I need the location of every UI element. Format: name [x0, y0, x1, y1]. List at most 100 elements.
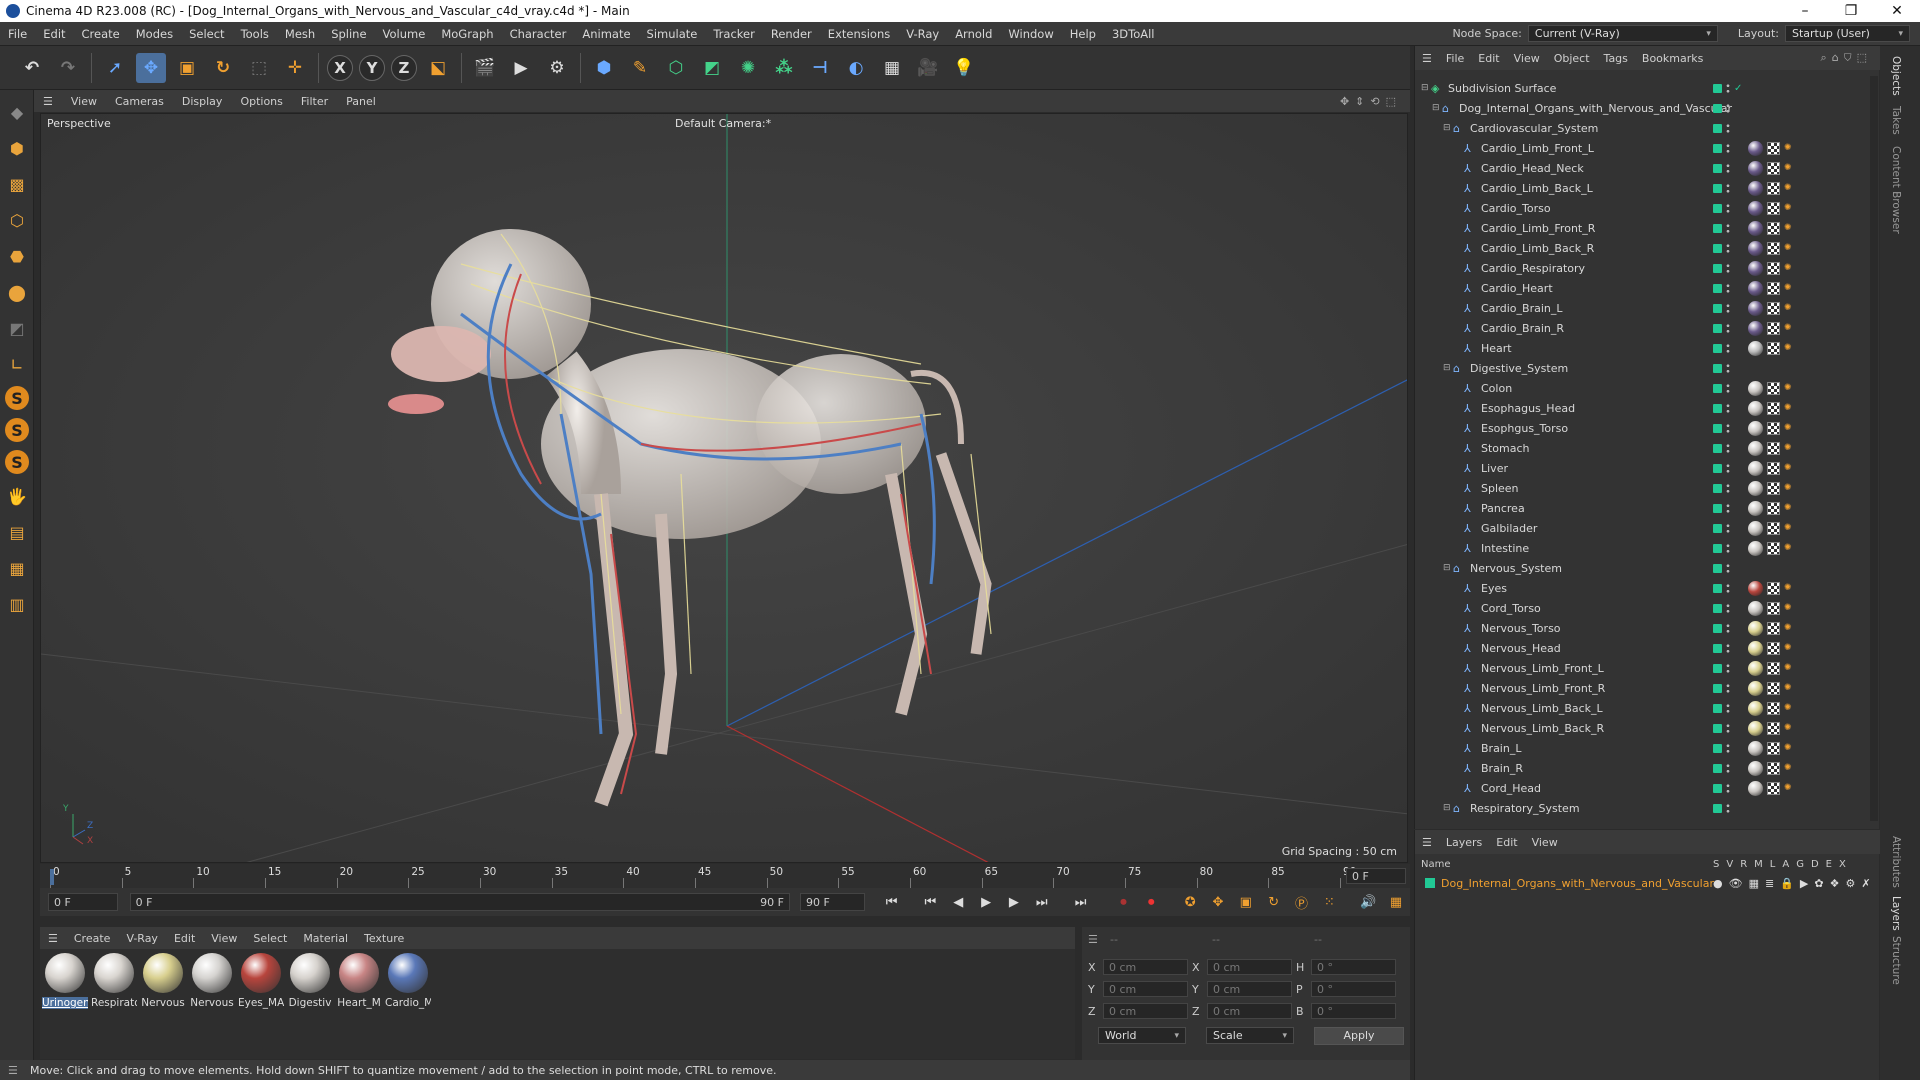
vray-tag-icon[interactable]: ✺ — [1784, 603, 1794, 613]
material-tag-icon[interactable] — [1748, 760, 1763, 776]
light-icon[interactable]: 💡 — [949, 53, 979, 83]
timeline-window-icon[interactable]: ▦ — [1385, 891, 1407, 913]
material-menu-material[interactable]: Material — [295, 932, 356, 945]
object-name[interactable]: Cord_Torso — [1481, 602, 1541, 615]
timeline-ruler[interactable]: 051015202530354045505560657075808590 0 F — [40, 864, 1410, 888]
material-tag-icon[interactable] — [1748, 500, 1763, 516]
material-tag-icon[interactable] — [1748, 180, 1763, 196]
viewport-menu-filter[interactable]: Filter — [292, 95, 337, 108]
visibility-toggle[interactable] — [1713, 643, 1722, 653]
deformer-icon[interactable]: ⊣ — [805, 53, 835, 83]
material-menu-vray[interactable]: V-Ray — [118, 932, 166, 945]
object-name[interactable]: Cardio_Heart — [1481, 282, 1553, 295]
editor-render-dots[interactable] — [1726, 462, 1730, 474]
layer-xref-icon[interactable]: ✗ — [1861, 877, 1870, 890]
editor-render-dots[interactable] — [1726, 142, 1730, 154]
record-keys-icon[interactable]: ⏺ — [1113, 891, 1135, 913]
material-tag-icon[interactable] — [1748, 480, 1763, 496]
key-rotation-icon[interactable]: ↻ — [1263, 891, 1285, 913]
render-settings-icon[interactable]: ⚙ — [542, 53, 572, 83]
key-position-icon[interactable]: ✥ — [1207, 891, 1229, 913]
layer-solo-icon[interactable]: ● — [1713, 877, 1723, 890]
texture-tag-icon[interactable] — [1767, 701, 1780, 715]
perspective-viewport[interactable]: Y Z X Perspective Default Camera:* Grid … — [40, 113, 1408, 863]
object-row[interactable]: ⅄ Liver ✺ — [1415, 458, 1880, 478]
texture-tag-icon[interactable] — [1767, 621, 1780, 635]
object-name[interactable]: Pancrea — [1481, 502, 1525, 515]
expand-toggle-icon[interactable]: ⊟ — [1443, 563, 1453, 573]
prev-frame-icon[interactable]: ◀ — [947, 891, 969, 913]
go-to-start-icon[interactable]: ⏮ — [881, 891, 903, 913]
editor-render-dots[interactable] — [1726, 82, 1730, 94]
menu-simulate[interactable]: Simulate — [639, 27, 706, 41]
transform-tool-icon[interactable]: ✛ — [280, 53, 310, 83]
object-hamburger-icon[interactable]: ☰ — [1415, 52, 1439, 65]
texture-tag-icon[interactable] — [1767, 481, 1780, 495]
editor-render-dots[interactable] — [1726, 442, 1730, 454]
object-name[interactable]: Intestine — [1481, 542, 1529, 555]
tab-takes[interactable]: Takes — [1890, 106, 1902, 135]
object-row[interactable]: ⅄ Cord_Head ✺ — [1415, 778, 1880, 798]
undo-icon[interactable]: ↶ — [17, 53, 47, 83]
material-swatch[interactable]: Nervous — [140, 953, 186, 1009]
mograph-icon[interactable]: ⁂ — [769, 53, 799, 83]
magnet-tool-icon[interactable]: 🖐 — [3, 482, 31, 510]
object-menu-edit[interactable]: Edit — [1471, 52, 1506, 65]
visibility-toggle[interactable] — [1713, 483, 1722, 493]
menu-tracker[interactable]: Tracker — [705, 27, 763, 41]
preview-range-slider[interactable]: 0 F 90 F — [129, 893, 790, 911]
visibility-toggle[interactable] — [1713, 403, 1722, 413]
coordinate-value-field[interactable]: 0 cm — [1103, 981, 1188, 997]
menu-mograph[interactable]: MoGraph — [433, 27, 501, 41]
material-menu-edit[interactable]: Edit — [166, 932, 203, 945]
tab-content-browser[interactable]: Content Browser — [1890, 146, 1902, 234]
material-menu-texture[interactable]: Texture — [356, 932, 412, 945]
enabled-check-icon[interactable]: ✓ — [1734, 83, 1742, 94]
visibility-toggle[interactable] — [1713, 183, 1722, 193]
object-row[interactable]: ⅄ Nervous_Limb_Back_L ✺ — [1415, 698, 1880, 718]
texture-tag-icon[interactable] — [1767, 241, 1780, 255]
object-name[interactable]: Cardio_Brain_L — [1481, 302, 1563, 315]
object-row[interactable]: ⅄ Stomach ✺ — [1415, 438, 1880, 458]
visibility-toggle[interactable] — [1713, 283, 1722, 293]
texture-mode-icon[interactable]: ▩ — [3, 170, 31, 198]
object-row[interactable]: ⅄ Heart ✺ — [1415, 338, 1880, 358]
coordinate-value-field[interactable]: 0 cm — [1207, 981, 1292, 997]
viewport-menu-view[interactable]: View — [62, 95, 106, 108]
vray-tag-icon[interactable]: ✺ — [1784, 703, 1794, 713]
material-tag-icon[interactable] — [1748, 740, 1763, 756]
texture-tag-icon[interactable] — [1767, 601, 1780, 615]
editor-render-dots[interactable] — [1726, 242, 1730, 254]
viewport-menu-panel[interactable]: Panel — [337, 95, 385, 108]
editor-render-dots[interactable] — [1726, 782, 1730, 794]
vray-tag-icon[interactable]: ✺ — [1784, 623, 1794, 633]
object-row[interactable]: ⊟ ◈ Subdivision Surface ✓ — [1415, 78, 1880, 98]
editor-render-dots[interactable] — [1726, 362, 1730, 374]
menu-create[interactable]: Create — [74, 27, 128, 41]
layer-deformer-icon[interactable]: ❖ — [1830, 877, 1840, 890]
layer-menu-edit[interactable]: Edit — [1489, 836, 1524, 849]
object-name[interactable]: Nervous_Torso — [1481, 622, 1561, 635]
object-row[interactable]: ⊟ ⌂ Digestive_System — [1415, 358, 1880, 378]
object-row[interactable]: ⅄ Galbilader ✺ — [1415, 518, 1880, 538]
autokey-icon[interactable]: ⏺ — [1140, 891, 1162, 913]
object-name[interactable]: Esophgus_Torso — [1481, 422, 1568, 435]
key-pla-icon[interactable]: ⁙ — [1318, 891, 1340, 913]
material-tag-icon[interactable] — [1748, 720, 1763, 736]
material-tag-icon[interactable] — [1748, 460, 1763, 476]
spline-pen-icon[interactable]: ✎ — [625, 53, 655, 83]
object-row[interactable]: ⅄ Cardio_Heart ✺ — [1415, 278, 1880, 298]
editor-render-dots[interactable] — [1726, 602, 1730, 614]
move-tool-icon[interactable]: ✥ — [136, 52, 166, 83]
playhead[interactable] — [50, 869, 54, 885]
vray-tag-icon[interactable]: ✺ — [1784, 683, 1794, 693]
object-menu-object[interactable]: Object — [1547, 52, 1597, 65]
vray-tag-icon[interactable]: ✺ — [1784, 643, 1794, 653]
vray-tag-icon[interactable]: ✺ — [1784, 383, 1794, 393]
menu-tools[interactable]: Tools — [233, 27, 277, 41]
material-tag-icon[interactable] — [1748, 540, 1763, 556]
coordinate-space-select[interactable]: World — [1098, 1027, 1186, 1044]
layer-lock-icon[interactable]: 🔒 — [1780, 877, 1794, 890]
material-tag-icon[interactable] — [1748, 380, 1763, 396]
menu-render[interactable]: Render — [763, 27, 820, 41]
